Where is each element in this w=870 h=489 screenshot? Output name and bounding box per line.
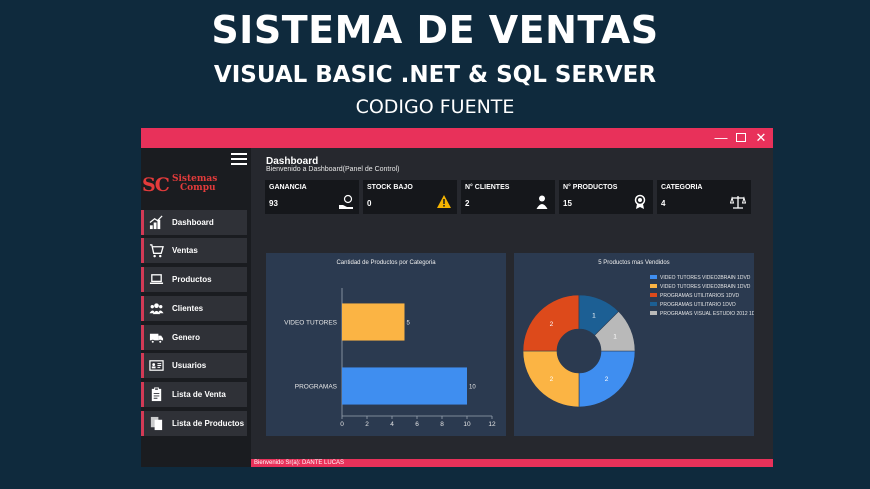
sidebar-item-label: Genero (172, 333, 201, 342)
category-label: PROGRAMAS (295, 384, 338, 391)
slice-data-label: 1 (613, 334, 617, 341)
badge-icon (634, 194, 646, 209)
scale-icon (730, 196, 746, 209)
documents-icon (150, 416, 163, 431)
stat-value: 0 (367, 199, 372, 208)
logo: SC Sistemas Compu (142, 174, 242, 198)
slice-data-label: 2 (550, 321, 554, 328)
data-label: 5 (407, 321, 411, 327)
logo-mark: SC (142, 174, 170, 196)
app-window: — ✕ SC Sistemas Compu Dashboard Ventas P… (141, 128, 773, 467)
stat-label: GANANCIA (269, 184, 307, 191)
category-label: VIDEO TUTORES (284, 320, 338, 327)
x-tick-label: 2 (365, 421, 369, 428)
slice-data-label: 2 (550, 376, 554, 383)
bar-chart: 0 2 4 6 8 10 12 VIDEO TUTORES 5 PROGRAMAS 10 (284, 288, 496, 428)
legend-label: VIDEO TUTORES VIDEO2BRAIN 1DVD (660, 284, 751, 290)
slice-data-label: 2 (605, 376, 609, 383)
promo-subtitle: VISUAL BASIC .NET & SQL SERVER (213, 62, 657, 88)
stat-card-clientes: N° CLIENTES 2 (461, 180, 555, 214)
bar-chart-panel: Cantidad de Productos por Categoria 0246… (266, 253, 506, 436)
maximize-button[interactable] (733, 130, 749, 146)
sidebar-item-ventas[interactable]: Ventas (141, 238, 247, 263)
stat-value: 2 (465, 199, 470, 208)
stat-value: 93 (269, 199, 278, 208)
legend-swatch (650, 311, 657, 315)
stat-label: N° PRODUCTOS (563, 184, 618, 191)
page-subtitle: Bienvenido a Dashboard(Panel de Control) (266, 166, 400, 173)
stat-value: 15 (563, 199, 572, 208)
x-tick-label: 0 (340, 421, 344, 428)
data-label: 10 (469, 385, 476, 391)
stat-value: 4 (661, 199, 666, 208)
sidebar-item-label: Clientes (172, 304, 204, 313)
sidebar-item-label: Dashboard (172, 218, 214, 227)
legend-label: PROGRAMAS UTILITARIOS 1DVD (660, 293, 739, 299)
sidebar-item-label: Lista de Venta (172, 390, 226, 399)
stat-card-productos: N° PRODUCTOS 15 (559, 180, 653, 214)
sidebar-item-clientes[interactable]: Clientes (141, 296, 247, 321)
stat-label: STOCK BAJO (367, 184, 413, 191)
close-button[interactable]: ✕ (753, 130, 769, 146)
title-bar[interactable]: — ✕ (141, 128, 773, 148)
x-tick-label: 6 (415, 421, 419, 428)
sidebar-item-label: Ventas (172, 246, 198, 255)
stat-label: CATEGORIA (661, 184, 703, 191)
sidebar-item-label: Lista de Productos (172, 419, 245, 428)
legend-label: PROGRAMAS UTILITARIO 1DVD (660, 302, 736, 308)
legend-swatch (650, 293, 657, 297)
promo-code-label: CODIGO FUENTE (355, 96, 515, 118)
logo-text: Sistemas Compu (172, 175, 217, 193)
status-bar: Bienvenido Sr(a): DANTE LUCAS (251, 459, 773, 467)
status-text: Bienvenido Sr(a): DANTE LUCAS (254, 460, 345, 466)
sidebar-item-label: Usuarios (172, 361, 207, 370)
stat-card-stock-bajo: STOCK BAJO 0 (363, 180, 457, 214)
clipboard-icon (151, 387, 162, 402)
users-icon (149, 303, 164, 315)
legend-label: PROGRAMAS VISUAL ESTUDIO 2012 1DVD (660, 311, 754, 317)
id-card-icon (149, 360, 164, 371)
bar-chart-icon (149, 215, 163, 230)
bar (342, 303, 405, 341)
sidebar-item-dashboard[interactable]: Dashboard (141, 210, 247, 235)
sidebar-item-label: Productos (172, 275, 212, 284)
x-tick-label: 12 (488, 421, 496, 428)
sidebar-item-genero[interactable]: Genero (141, 325, 247, 350)
dashboard-main: Dashboard Bienvenido a Dashboard(Panel d… (251, 148, 773, 467)
donut-chart: 2 2 2 1 1 VIDEO TUTORES VIDEO2BRAIN 1DVD VIDEO… (522, 275, 754, 408)
promo-title: SISTEMA DE VENTAS (211, 8, 659, 52)
slice-data-label: 1 (592, 312, 596, 319)
legend-swatch (650, 275, 657, 279)
stat-card-ganancia: GANANCIA 93 (265, 180, 359, 214)
sidebar-item-lista-de-productos[interactable]: Lista de Productos (141, 411, 247, 436)
x-tick-label: 4 (390, 421, 394, 428)
maximize-icon (736, 133, 746, 142)
legend-swatch (650, 302, 657, 306)
person-icon (536, 195, 548, 209)
sidebar-item-productos[interactable]: Productos (141, 267, 247, 292)
warning-icon (437, 195, 451, 208)
minimize-button[interactable]: — (713, 130, 729, 146)
stat-card-categoria: CATEGORIA 4 (657, 180, 751, 214)
laptop-icon (149, 274, 164, 284)
legend-label: VIDEO TUTORES VIDEO2BRAIN 1DVD (660, 275, 751, 281)
stat-label: N° CLIENTES (465, 184, 510, 191)
cart-icon (149, 244, 164, 258)
sidebar-item-usuarios[interactable]: Usuarios (141, 353, 247, 378)
x-tick-label: 8 (440, 421, 444, 428)
x-tick-label: 10 (463, 421, 471, 428)
pie-chart-panel: 5 Productos mas Vendidos 2 2 2 1 1 VIDEO TUTO… (514, 253, 754, 436)
logo-line-2: Compu (180, 183, 216, 193)
sidebar: SC Sistemas Compu Dashboard Ventas Produ… (141, 148, 251, 467)
menu-toggle-icon[interactable] (231, 153, 247, 165)
truck-icon (149, 333, 164, 344)
bar (342, 367, 467, 405)
sidebar-item-lista-de-venta[interactable]: Lista de Venta (141, 382, 247, 407)
money-hand-icon (339, 194, 353, 209)
legend-swatch (650, 284, 657, 288)
